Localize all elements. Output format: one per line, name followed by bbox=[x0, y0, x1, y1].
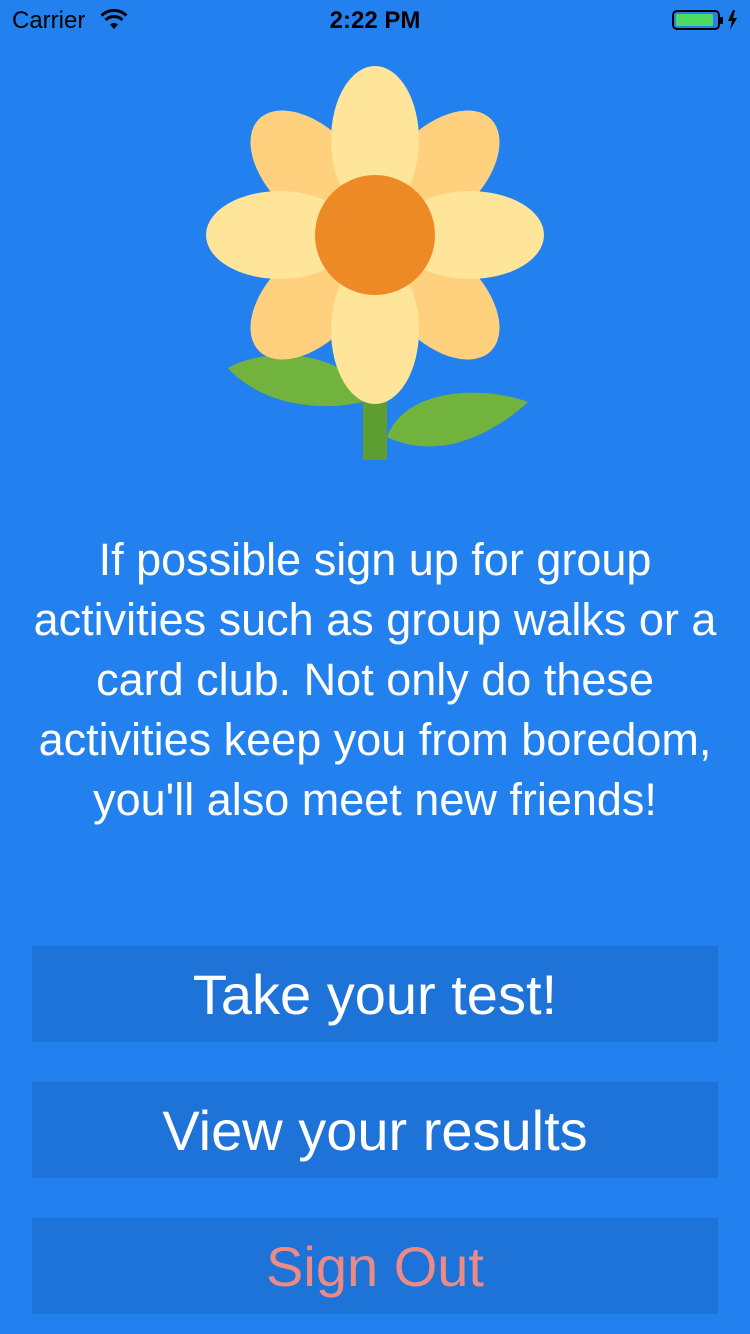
status-time: 2:22 PM bbox=[329, 7, 421, 34]
battery-charging-icon bbox=[672, 10, 737, 30]
tip-text: If possible sign up for group activities… bbox=[33, 534, 717, 825]
status-bar: Carrier 2:22 PM bbox=[0, 0, 750, 40]
take-test-button[interactable]: Take your test! bbox=[32, 946, 718, 1042]
sign-out-button[interactable]: Sign Out bbox=[32, 1218, 718, 1314]
flower-icon bbox=[206, 66, 544, 460]
flower-head bbox=[206, 66, 544, 404]
right-leaf bbox=[387, 392, 528, 447]
view-results-button[interactable]: View your results bbox=[32, 1082, 718, 1178]
